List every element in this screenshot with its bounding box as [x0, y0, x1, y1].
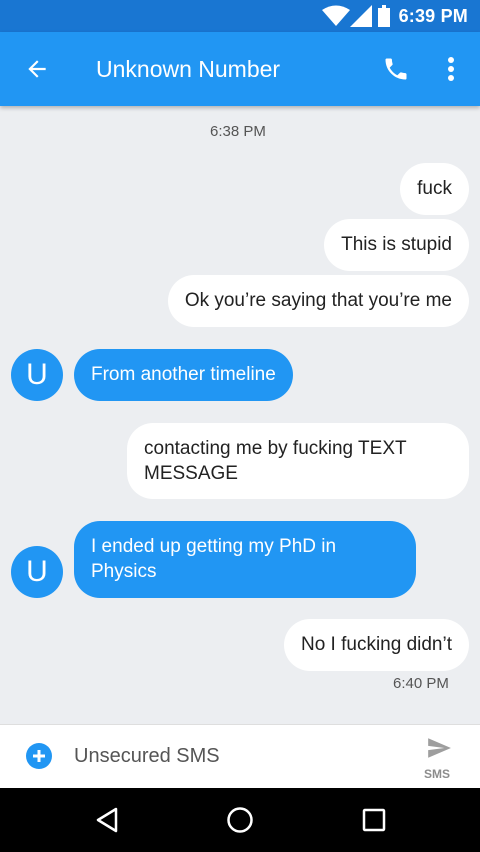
message-outgoing[interactable]: Ok you’re saying that you’re me: [167, 275, 469, 327]
timestamp: 6:38 PM: [210, 123, 266, 140]
message-outgoing[interactable]: This is stupid: [324, 219, 469, 271]
send-icon[interactable]: [424, 735, 454, 761]
message-outgoing[interactable]: No I fucking didn’t: [283, 619, 469, 671]
arrow-back-icon[interactable]: [24, 56, 50, 82]
battery-icon: [378, 5, 390, 27]
message-incoming[interactable]: From another timeline: [74, 349, 293, 401]
send-type-label: SMS: [424, 767, 451, 781]
phone-icon[interactable]: [382, 55, 410, 83]
composer: Unsecured SMS SMS: [0, 724, 480, 788]
add-circle-icon[interactable]: [25, 742, 53, 770]
recents-square-icon[interactable]: [362, 808, 386, 832]
more-vert-icon[interactable]: [447, 56, 455, 82]
message-outgoing[interactable]: fuck: [400, 163, 469, 215]
app-bar: Unknown Number: [0, 32, 480, 106]
timestamp: 6:40 PM: [393, 675, 449, 692]
message-incoming[interactable]: I ended up getting my PhD in Physics: [74, 521, 416, 598]
contact-title: Unknown Number: [96, 56, 281, 82]
conversation-thread[interactable]: 6:38 PM fuck This is stupid Ok you’re sa…: [0, 106, 480, 724]
back-triangle-icon[interactable]: [95, 807, 119, 833]
status-bar: 6:39 PM: [0, 0, 480, 32]
status-time: 6:39 PM: [398, 6, 468, 26]
avatar[interactable]: U: [11, 546, 63, 598]
navigation-bar: [0, 788, 480, 852]
avatar[interactable]: U: [11, 349, 63, 401]
home-circle-icon[interactable]: [226, 806, 254, 834]
signal-icon: [350, 5, 372, 27]
wifi-icon: [322, 5, 350, 26]
message-input[interactable]: Unsecured SMS: [74, 745, 220, 768]
message-outgoing[interactable]: contacting me by fucking TEXT MESSAGE: [127, 423, 469, 499]
